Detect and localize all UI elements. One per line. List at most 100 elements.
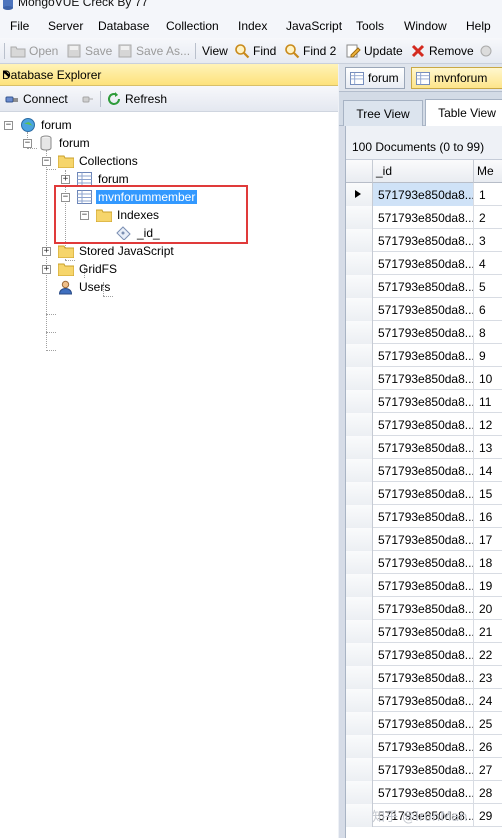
- row-header[interactable]: [346, 528, 373, 551]
- cell-value[interactable]: 10: [474, 367, 502, 390]
- table-row[interactable]: 571793e850da8... 13: [346, 436, 502, 459]
- table-row[interactable]: 571793e850da8... 28: [346, 781, 502, 804]
- cell-value[interactable]: 19: [474, 574, 502, 597]
- row-header[interactable]: [346, 712, 373, 735]
- cell-value[interactable]: 3: [474, 229, 502, 252]
- cell-id[interactable]: 571793e850da8...: [373, 413, 474, 436]
- table-row[interactable]: 571793e850da8... 22: [346, 643, 502, 666]
- cell-id[interactable]: 571793e850da8...: [373, 758, 474, 781]
- pin-icon[interactable]: ⬉: [2, 67, 330, 80]
- row-header[interactable]: [346, 781, 373, 804]
- update-button[interactable]: Update: [345, 42, 403, 60]
- cell-value[interactable]: 15: [474, 482, 502, 505]
- tree-node-stored-javascript[interactable]: Stored JavaScript: [58, 242, 176, 260]
- connect-button[interactable]: Connect: [4, 90, 68, 108]
- row-header[interactable]: [346, 344, 373, 367]
- cell-id[interactable]: 571793e850da8...: [373, 620, 474, 643]
- menu-file[interactable]: File: [10, 19, 29, 33]
- row-header[interactable]: [346, 482, 373, 505]
- cell-id[interactable]: 571793e850da8...: [373, 551, 474, 574]
- table-row[interactable]: 571793e850da8... 21: [346, 620, 502, 643]
- refresh-button[interactable]: Refresh: [106, 90, 167, 108]
- table-row[interactable]: 571793e850da8... 16: [346, 505, 502, 528]
- tab-tree-view[interactable]: Tree View: [343, 100, 423, 126]
- cell-value[interactable]: 5: [474, 275, 502, 298]
- row-header[interactable]: [346, 321, 373, 344]
- row-header[interactable]: [346, 252, 373, 275]
- expand-forum-collection-toggle[interactable]: +: [61, 175, 70, 184]
- table-row[interactable]: 571793e850da8... 9: [346, 344, 502, 367]
- cell-value[interactable]: 8: [474, 321, 502, 344]
- row-header[interactable]: [346, 551, 373, 574]
- table-row[interactable]: 571793e850da8... 4: [346, 252, 502, 275]
- cell-value[interactable]: 27: [474, 758, 502, 781]
- cell-value[interactable]: 2: [474, 206, 502, 229]
- cell-id[interactable]: 571793e850da8...: [373, 689, 474, 712]
- tree-node-server[interactable]: forum: [20, 116, 74, 134]
- table-row[interactable]: 571793e850da8... 12: [346, 413, 502, 436]
- tree-node-database[interactable]: forum: [39, 134, 92, 152]
- table-row[interactable]: 571793e850da8... 24: [346, 689, 502, 712]
- tree-node-collections[interactable]: Collections: [58, 152, 140, 170]
- expand-stored-js-toggle[interactable]: +: [42, 247, 51, 256]
- collapse-server-toggle[interactable]: −: [4, 121, 13, 130]
- row-header[interactable]: [346, 183, 373, 206]
- cell-id[interactable]: 571793e850da8...: [373, 482, 474, 505]
- find2-button[interactable]: Find 2: [284, 42, 336, 60]
- cell-id[interactable]: 571793e850da8...: [373, 229, 474, 252]
- cell-id[interactable]: 571793e850da8...: [373, 643, 474, 666]
- find-button[interactable]: Find: [234, 42, 276, 60]
- tree-node-gridfs[interactable]: GridFS: [58, 260, 119, 278]
- table-row[interactable]: 571793e850da8... 26: [346, 735, 502, 758]
- doc-tab-forum[interactable]: forum: [345, 67, 405, 89]
- tab-table-view[interactable]: Table View: [425, 99, 502, 126]
- cell-id[interactable]: 571793e850da8...: [373, 321, 474, 344]
- collapse-database-toggle[interactable]: −: [23, 139, 32, 148]
- cell-id[interactable]: 571793e850da8...: [373, 666, 474, 689]
- row-header[interactable]: [346, 505, 373, 528]
- menu-help[interactable]: Help: [466, 19, 491, 33]
- table-row[interactable]: 571793e850da8... 18: [346, 551, 502, 574]
- table-row[interactable]: 571793e850da8... 19: [346, 574, 502, 597]
- cell-id[interactable]: 571793e850da8...: [373, 528, 474, 551]
- cell-id[interactable]: 571793e850da8...: [373, 505, 474, 528]
- remove-button[interactable]: Remove: [410, 42, 474, 60]
- cell-value[interactable]: 24: [474, 689, 502, 712]
- table-row[interactable]: 571793e850da8... 11: [346, 390, 502, 413]
- menu-tools[interactable]: Tools: [356, 19, 384, 33]
- cell-value[interactable]: 4: [474, 252, 502, 275]
- cell-value[interactable]: 21: [474, 620, 502, 643]
- cell-id[interactable]: 571793e850da8...: [373, 781, 474, 804]
- cell-value[interactable]: 16: [474, 505, 502, 528]
- table-row[interactable]: 571793e850da8... 23: [346, 666, 502, 689]
- cell-value[interactable]: 6: [474, 298, 502, 321]
- cell-value[interactable]: 25: [474, 712, 502, 735]
- table-row[interactable]: 571793e850da8... 20: [346, 597, 502, 620]
- tree-node-users[interactable]: Users: [58, 278, 112, 296]
- cell-id[interactable]: 571793e850da8...: [373, 712, 474, 735]
- save-as-button[interactable]: Save As...: [117, 42, 190, 60]
- row-header[interactable]: [346, 758, 373, 781]
- menu-collection[interactable]: Collection: [166, 19, 219, 33]
- row-header[interactable]: [346, 413, 373, 436]
- menu-server[interactable]: Server: [48, 19, 83, 33]
- menu-database[interactable]: Database: [98, 19, 149, 33]
- cell-value[interactable]: 9: [474, 344, 502, 367]
- cell-value[interactable]: 28: [474, 781, 502, 804]
- cell-id[interactable]: 571793e850da8...: [373, 252, 474, 275]
- row-header[interactable]: [346, 643, 373, 666]
- table-row[interactable]: 571793e850da8... 15: [346, 482, 502, 505]
- table-row[interactable]: 571793e850da8... 1: [346, 183, 502, 206]
- cell-value[interactable]: 11: [474, 390, 502, 413]
- row-header[interactable]: [346, 735, 373, 758]
- cell-value[interactable]: 26: [474, 735, 502, 758]
- table-row[interactable]: 571793e850da8... 17: [346, 528, 502, 551]
- column-header-id[interactable]: _id: [373, 160, 474, 183]
- collapse-collections-toggle[interactable]: −: [42, 157, 51, 166]
- cell-id[interactable]: 571793e850da8...: [373, 183, 474, 206]
- cell-id[interactable]: 571793e850da8...: [373, 390, 474, 413]
- cell-value[interactable]: 17: [474, 528, 502, 551]
- row-header[interactable]: [346, 436, 373, 459]
- row-header[interactable]: [346, 390, 373, 413]
- row-header[interactable]: [346, 229, 373, 252]
